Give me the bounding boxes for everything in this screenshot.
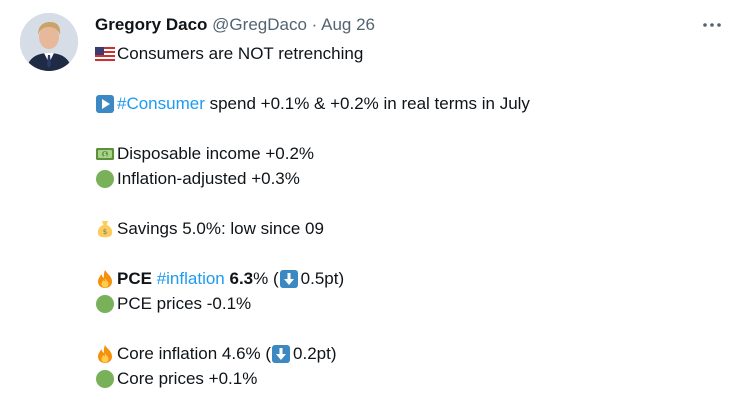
down-arrow-icon bbox=[271, 344, 291, 364]
pce-label: PCE bbox=[117, 269, 152, 288]
author-handle[interactable]: @GregDaco bbox=[212, 15, 307, 34]
more-icon[interactable] bbox=[702, 15, 722, 35]
down-arrow-icon bbox=[279, 269, 299, 289]
savings-text: Savings 5.0%: low since 09 bbox=[117, 219, 324, 238]
green-circle-icon bbox=[95, 294, 115, 314]
us-flag-icon bbox=[95, 44, 115, 64]
tweet-text: Consumers are NOT retrenching #Consumer … bbox=[95, 41, 530, 391]
consumer-hashtag[interactable]: #Consumer bbox=[117, 91, 205, 116]
money-bag-icon: $ bbox=[95, 219, 115, 239]
tweet-date[interactable]: Aug 26 bbox=[321, 15, 375, 34]
green-circle-icon bbox=[95, 169, 115, 189]
separator-dot: · bbox=[311, 15, 318, 34]
avatar[interactable] bbox=[20, 13, 78, 71]
play-button-icon bbox=[95, 94, 115, 114]
pce-value: 6.3 bbox=[229, 269, 254, 288]
inflation-adjusted-text: Inflation-adjusted +0.3% bbox=[117, 169, 300, 188]
line-pce-inflation: PCE #inflation 6.3 % ( 0.5pt) bbox=[95, 266, 530, 291]
tweet[interactable]: Gregory Daco @GregDaco · Aug 26 Consumer… bbox=[0, 0, 744, 403]
line-pce-prices: PCE prices -0.1% bbox=[95, 291, 530, 316]
consumers-text: Consumers are NOT retrenching bbox=[117, 44, 364, 63]
fire-icon bbox=[95, 344, 115, 364]
line-disposable-income: $ Disposable income +0.2% bbox=[95, 141, 530, 166]
tweet-header: Gregory Daco @GregDaco · Aug 26 bbox=[95, 14, 375, 36]
line-consumer-spend: #Consumer spend +0.1% & +0.2% in real te… bbox=[95, 91, 530, 116]
svg-text:$: $ bbox=[103, 151, 107, 158]
pce-prices-text: PCE prices -0.1% bbox=[117, 294, 252, 313]
inflation-hashtag[interactable]: #inflation bbox=[157, 266, 225, 291]
core-inflation-text: Core inflation 4.6% ( bbox=[117, 344, 272, 363]
svg-text:$: $ bbox=[103, 228, 107, 236]
core-inflation-change: 0.2pt) bbox=[293, 344, 337, 363]
line-core-inflation: Core inflation 4.6% ( 0.2pt) bbox=[95, 341, 530, 366]
fire-icon bbox=[95, 269, 115, 289]
line-savings: $ Savings 5.0%: low since 09 bbox=[95, 216, 530, 241]
line-inflation-adjusted: Inflation-adjusted +0.3% bbox=[95, 166, 530, 191]
core-prices-text: Core prices +0.1% bbox=[117, 369, 258, 388]
pce-percent: % ( bbox=[253, 269, 279, 288]
disposable-income-text: Disposable income +0.2% bbox=[117, 144, 315, 163]
line-consumers: Consumers are NOT retrenching bbox=[95, 41, 530, 66]
author-name[interactable]: Gregory Daco bbox=[95, 15, 207, 34]
dollar-banknote-icon: $ bbox=[95, 144, 115, 164]
consumer-spend-text: spend +0.1% & +0.2% in real terms in Jul… bbox=[204, 94, 530, 113]
pce-change: 0.5pt) bbox=[300, 269, 345, 288]
green-circle-icon bbox=[95, 369, 115, 389]
line-core-prices: Core prices +0.1% bbox=[95, 366, 530, 391]
